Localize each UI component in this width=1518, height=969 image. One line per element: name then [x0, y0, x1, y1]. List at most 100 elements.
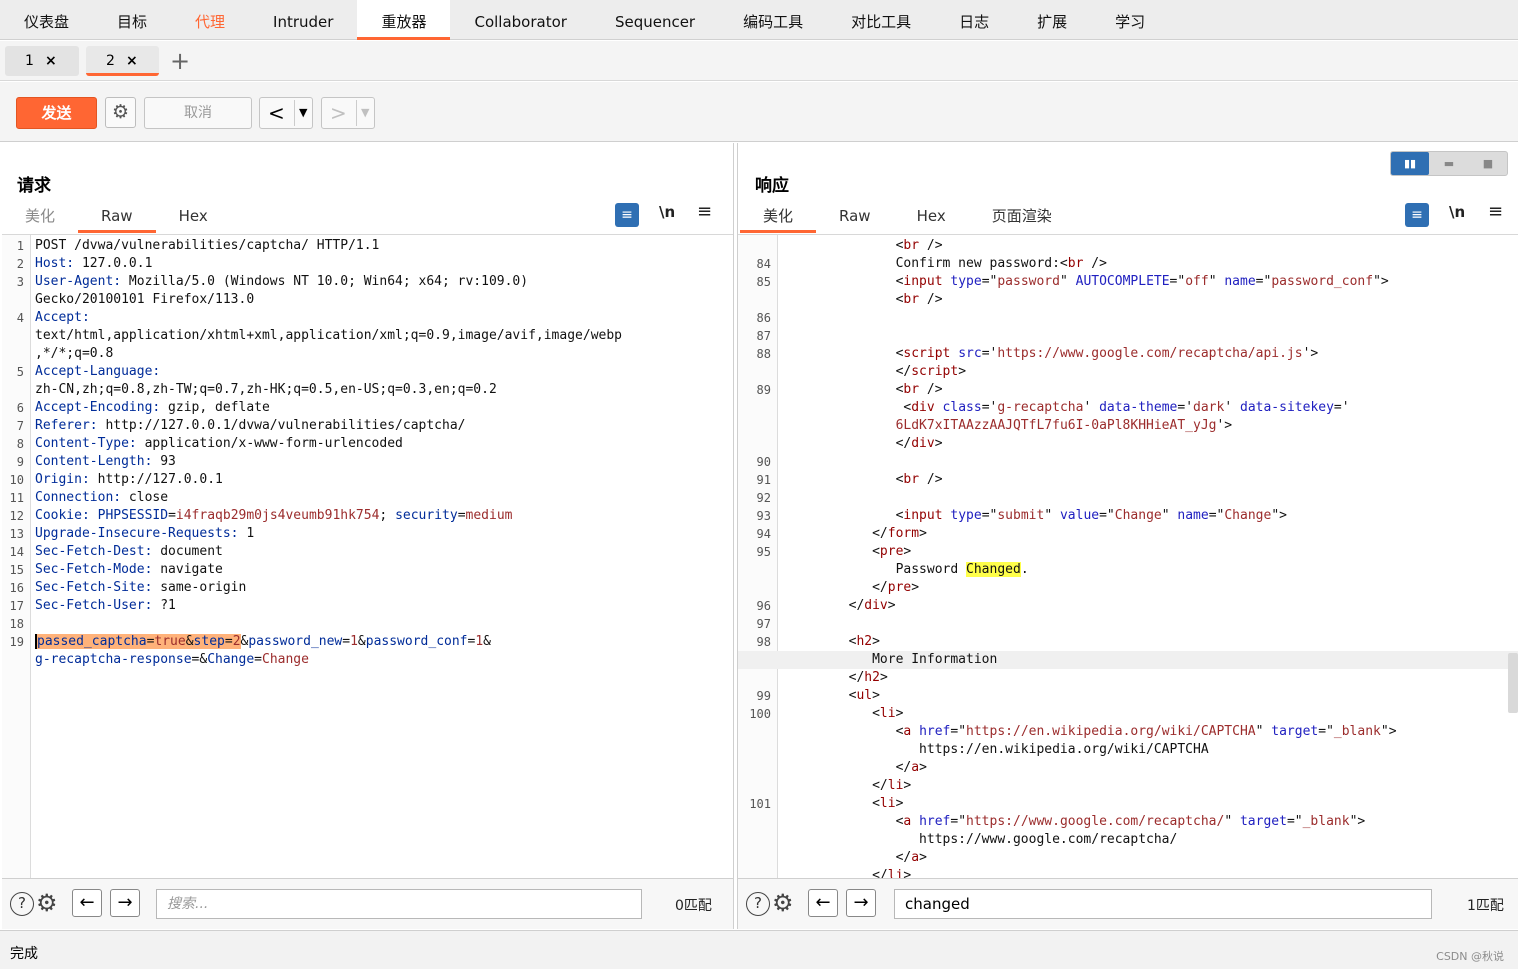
code-line: 17 Sec-Fetch-User: ?1 — [2, 597, 733, 615]
code-token: > — [903, 868, 912, 878]
help-icon[interactable]: ? — [10, 892, 34, 916]
line-text: 6LdK7xITAAzzAAJQTfL7fu6I-0aPl8KHHieAT_yJ… — [786, 417, 1233, 435]
code-line: More Information — [738, 651, 1518, 669]
chevron-right-icon: > — [330, 101, 347, 125]
nav-decoder[interactable]: 编码工具 — [719, 0, 827, 40]
gear-icon: ⚙ — [111, 101, 130, 123]
line-number: 99 — [756, 689, 771, 703]
tab-number: 2 — [106, 53, 115, 69]
nav-target[interactable]: 目标 — [93, 0, 171, 40]
tab-pretty[interactable]: 美化 — [740, 205, 817, 233]
repeater-tab-2[interactable]: 2 × — [86, 46, 159, 76]
nav-dashboard[interactable]: 仪表盘 — [0, 0, 93, 40]
layout-tabs-icon[interactable]: ■ — [1469, 152, 1507, 175]
search-input[interactable]: 搜索... — [156, 889, 642, 919]
code-line: 92 — [738, 489, 1518, 507]
search-next-button[interactable]: → — [110, 889, 140, 917]
code-token: < — [786, 688, 857, 703]
newline-toggle[interactable]: \n — [1449, 203, 1465, 221]
line-number: 90 — [756, 455, 771, 469]
line-text: User-Agent: Mozilla/5.0 (Windows NT 10.0… — [35, 273, 528, 291]
code-token: </ — [786, 364, 912, 379]
send-button[interactable]: 发送 — [16, 97, 97, 129]
line-number: 84 — [756, 257, 771, 271]
code-token: " — [1255, 724, 1272, 739]
close-icon[interactable]: × — [126, 46, 138, 76]
tab-pretty[interactable]: 美化 — [2, 205, 78, 233]
code-token: < — [786, 346, 904, 361]
settings-button[interactable]: ⚙ — [105, 97, 136, 128]
wrap-lines-icon[interactable]: ≡ — [1405, 203, 1429, 227]
code-line: 6LdK7xITAAzzAAJQTfL7fu6I-0aPl8KHHieAT_yJ… — [738, 417, 1518, 435]
line-text: <br /> — [786, 237, 943, 255]
history-forward-button[interactable]: > ▼ — [321, 97, 375, 129]
newline-toggle[interactable]: \n — [659, 203, 675, 221]
search-prev-button[interactable]: ← — [808, 889, 838, 917]
code-token: div — [911, 436, 935, 451]
tab-raw[interactable]: Raw — [816, 205, 894, 233]
nav-logger[interactable]: 日志 — [935, 0, 1013, 40]
nav-collaborator[interactable]: Collaborator — [450, 0, 590, 40]
code-token: https://www.google.com/recaptcha/api.js — [997, 346, 1303, 361]
menu-icon[interactable]: ≡ — [697, 201, 712, 222]
nav-repeater[interactable]: 重放器 — [357, 0, 451, 40]
line-text: </a> — [786, 849, 927, 867]
layout-side-by-side-icon[interactable]: ▮▮ — [1391, 152, 1429, 175]
code-token: /> — [919, 292, 943, 307]
line-number: 1 — [16, 239, 24, 253]
repeater-tabs: 1 × 2 × + — [0, 41, 1518, 81]
response-editor[interactable]: <br /> 84 Confirm new password:<br /> 85 <… — [738, 234, 1518, 878]
code-token: g-recaptcha-response — [35, 652, 192, 667]
line-number: 15 — [9, 563, 24, 577]
code-token: gzip, deflate — [160, 400, 270, 415]
nav-intruder[interactable]: Intruder — [249, 0, 357, 40]
vertical-scrollbar[interactable] — [1508, 653, 1518, 713]
nav-extensions[interactable]: 扩展 — [1013, 0, 1091, 40]
menu-icon[interactable]: ≡ — [1488, 201, 1503, 222]
request-pane: 请求 美化 Raw Hex ≡ \n ≡ 1 POST /dvwa/vulnera… — [2, 143, 734, 929]
code-token: ; — [379, 508, 396, 523]
code-token: br — [1067, 256, 1084, 271]
line-text: Accept-Encoding: gzip, deflate — [35, 399, 270, 417]
nav-comparer[interactable]: 对比工具 — [827, 0, 935, 40]
add-tab-icon[interactable]: + — [170, 47, 190, 75]
help-icon[interactable]: ? — [746, 892, 770, 916]
code-token: Accept-Encoding: — [35, 400, 161, 415]
code-line: 7 Referer: http://127.0.0.1/dvwa/vulnerab… — [2, 417, 733, 435]
search-next-button[interactable]: → — [846, 889, 876, 917]
tab-hex[interactable]: Hex — [156, 205, 231, 233]
match-count: 1匹配 — [1467, 898, 1504, 914]
tab-render[interactable]: 页面渲染 — [969, 205, 1075, 233]
gear-icon[interactable]: ⚙ — [36, 889, 58, 917]
code-token: "> — [1271, 508, 1287, 523]
search-input[interactable]: changed — [894, 889, 1432, 919]
nav-sequencer[interactable]: Sequencer — [591, 0, 719, 40]
code-token: medium — [465, 508, 513, 523]
history-back-button[interactable]: < ▼ — [259, 97, 313, 129]
request-editor[interactable]: 1 POST /dvwa/vulnerabilities/captcha/ HTT… — [2, 234, 733, 878]
nav-proxy[interactable]: 代理 — [171, 0, 249, 40]
code-token: src — [958, 346, 982, 361]
code-token: password_conf — [1271, 274, 1374, 289]
code-token: =' — [1333, 400, 1350, 415]
line-text: passed_captcha=true&step=2&password_new=… — [35, 633, 491, 651]
dropdown-icon[interactable]: ▼ — [356, 100, 369, 126]
dropdown-icon[interactable]: ▼ — [294, 100, 307, 126]
layout-top-bottom-icon[interactable]: ▬ — [1430, 152, 1468, 175]
line-text: Content-Length: 93 — [35, 453, 176, 471]
line-number: 18 — [9, 617, 24, 631]
line-text: Sec-Fetch-Mode: navigate — [35, 561, 223, 579]
line-number: 7 — [16, 419, 24, 433]
close-icon[interactable]: × — [45, 46, 57, 76]
cancel-button[interactable]: 取消 — [144, 97, 252, 129]
search-prev-button[interactable]: ← — [72, 889, 102, 917]
tab-raw[interactable]: Raw — [78, 205, 156, 233]
wrap-lines-icon[interactable]: ≡ — [615, 203, 639, 227]
code-line: https://www.google.com/recaptcha/ — [738, 831, 1518, 849]
tab-hex[interactable]: Hex — [894, 205, 969, 233]
code-token: target — [1271, 724, 1319, 739]
repeater-tab-1[interactable]: 1 × — [5, 46, 79, 76]
gear-icon[interactable]: ⚙ — [772, 889, 794, 917]
code-line: 84 Confirm new password:<br /> — [738, 255, 1518, 273]
nav-learn[interactable]: 学习 — [1091, 0, 1169, 40]
